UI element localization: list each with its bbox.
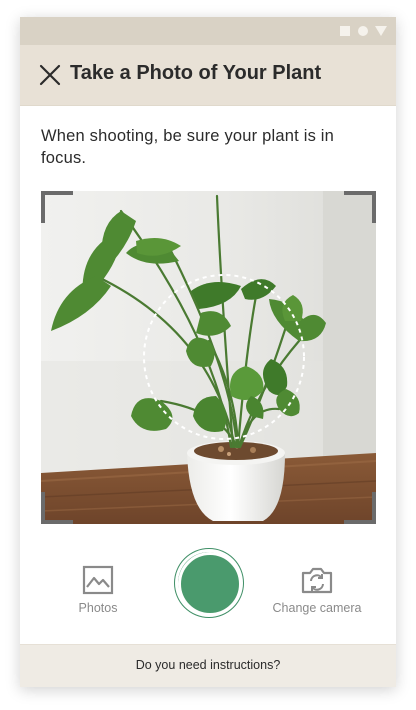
- switch-camera-icon: [301, 567, 333, 594]
- photos-button[interactable]: Photos: [66, 565, 130, 615]
- gallery-icon: [82, 565, 114, 595]
- page-title: Take a Photo of Your Plant: [70, 62, 322, 84]
- footer-bar: Do you need instructions?: [20, 644, 396, 687]
- change-camera-label: Change camera: [272, 601, 362, 615]
- frame-corner-bottom-left: [41, 492, 73, 524]
- frame-corner-top-right: [344, 191, 376, 223]
- square-icon: [340, 26, 350, 36]
- change-camera-button[interactable]: Change camera: [262, 565, 372, 615]
- close-icon: [39, 64, 61, 86]
- phone-frame: Take a Photo of Your Plant When shooting…: [20, 17, 396, 687]
- instructions-link[interactable]: Do you need instructions?: [20, 658, 396, 672]
- status-bar: [20, 17, 396, 45]
- camera-controls: Photos Change camera: [20, 537, 396, 637]
- frame-corner-top-left: [41, 191, 73, 223]
- photos-label: Photos: [78, 601, 118, 615]
- app-bar: Take a Photo of Your Plant: [20, 45, 396, 106]
- instruction-text: When shooting, be sure your plant is in …: [41, 127, 335, 167]
- camera-viewfinder[interactable]: [41, 191, 376, 524]
- close-button[interactable]: [38, 63, 62, 87]
- triangle-icon: [375, 26, 387, 36]
- circle-icon: [358, 26, 368, 36]
- shutter-button[interactable]: [175, 549, 243, 617]
- frame-corner-bottom-right: [344, 492, 376, 524]
- plant-photo: [41, 191, 376, 524]
- shutter-ring: [178, 552, 242, 616]
